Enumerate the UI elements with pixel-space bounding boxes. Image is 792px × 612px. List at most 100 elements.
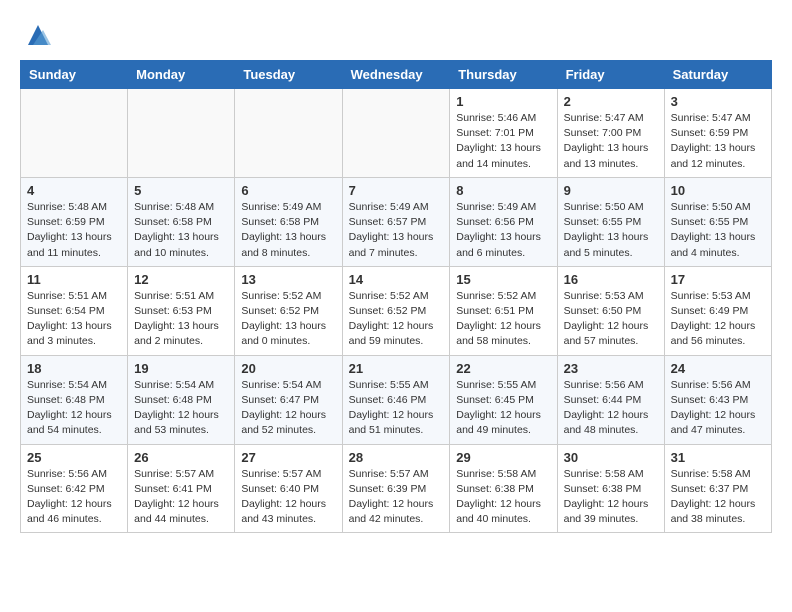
day-info: Sunrise: 5:54 AM Sunset: 6:48 PM Dayligh… [27,378,121,439]
day-info: Sunrise: 5:46 AM Sunset: 7:01 PM Dayligh… [456,111,550,172]
day-info: Sunrise: 5:54 AM Sunset: 6:48 PM Dayligh… [134,378,228,439]
weekday-header-wednesday: Wednesday [342,61,450,89]
day-number: 31 [671,450,765,465]
day-info: Sunrise: 5:53 AM Sunset: 6:50 PM Dayligh… [564,289,658,350]
day-info: Sunrise: 5:47 AM Sunset: 6:59 PM Dayligh… [671,111,765,172]
calendar-cell: 29 Sunrise: 5:58 AM Sunset: 6:38 PM Dayli… [450,444,557,533]
calendar-cell: 23Sunrise: 5:56 AM Sunset: 6:44 PM Dayli… [557,355,664,444]
day-number: 13 [241,272,335,287]
calendar-cell: 21 Sunrise: 5:55 AM Sunset: 6:46 PM Dayli… [342,355,450,444]
day-info: Sunrise: 5:49 AM Sunset: 6:57 PM Dayligh… [349,200,444,261]
day-number: 5 [134,183,228,198]
day-info: Sunrise: 5:58 AM Sunset: 6:37 PM Dayligh… [671,467,765,528]
day-info: Sunrise: 5:50 AM Sunset: 6:55 PM Dayligh… [564,200,658,261]
calendar-cell: 8 Sunrise: 5:49 AM Sunset: 6:56 PM Daylig… [450,177,557,266]
day-number: 21 [349,361,444,376]
calendar-cell: 25 Sunrise: 5:56 AM Sunset: 6:42 PM Dayli… [21,444,128,533]
calendar-cell: 6 Sunrise: 5:49 AM Sunset: 6:58 PM Daylig… [235,177,342,266]
day-number: 28 [349,450,444,465]
day-info: Sunrise: 5:57 AM Sunset: 6:40 PM Dayligh… [241,467,335,528]
calendar-cell [235,89,342,178]
day-info: Sunrise: 5:50 AM Sunset: 6:55 PM Dayligh… [671,200,765,261]
day-info: Sunrise: 5:47 AM Sunset: 7:00 PM Dayligh… [564,111,658,172]
day-number: 24 [671,361,765,376]
day-info: Sunrise: 5:55 AM Sunset: 6:45 PM Dayligh… [456,378,550,439]
day-number: 17 [671,272,765,287]
calendar-cell: 28 Sunrise: 5:57 AM Sunset: 6:39 PM Dayli… [342,444,450,533]
day-info: Sunrise: 5:56 AM Sunset: 6:42 PM Dayligh… [27,467,121,528]
calendar-cell: 1 Sunrise: 5:46 AM Sunset: 7:01 PM Daylig… [450,89,557,178]
day-number: 15 [456,272,550,287]
calendar-week-2: 4 Sunrise: 5:48 AM Sunset: 6:59 PM Daylig… [21,177,772,266]
day-info: Sunrise: 5:52 AM Sunset: 6:52 PM Dayligh… [241,289,335,350]
day-info: Sunrise: 5:48 AM Sunset: 6:59 PM Dayligh… [27,200,121,261]
day-info: Sunrise: 5:52 AM Sunset: 6:51 PM Dayligh… [456,289,550,350]
calendar-cell: 5 Sunrise: 5:48 AM Sunset: 6:58 PM Daylig… [128,177,235,266]
logo-icon [23,20,53,50]
day-number: 18 [27,361,121,376]
calendar-cell: 27Sunrise: 5:57 AM Sunset: 6:40 PM Dayli… [235,444,342,533]
day-info: Sunrise: 5:52 AM Sunset: 6:52 PM Dayligh… [349,289,444,350]
weekday-header-monday: Monday [128,61,235,89]
day-info: Sunrise: 5:51 AM Sunset: 6:53 PM Dayligh… [134,289,228,350]
calendar-cell: 30 Sunrise: 5:58 AM Sunset: 6:38 PM Dayli… [557,444,664,533]
day-info: Sunrise: 5:57 AM Sunset: 6:39 PM Dayligh… [349,467,444,528]
calendar-cell: 3 Sunrise: 5:47 AM Sunset: 6:59 PM Daylig… [664,89,771,178]
calendar-cell: 11 Sunrise: 5:51 AM Sunset: 6:54 PM Dayli… [21,266,128,355]
day-number: 4 [27,183,121,198]
day-number: 3 [671,94,765,109]
day-number: 1 [456,94,550,109]
day-info: Sunrise: 5:58 AM Sunset: 6:38 PM Dayligh… [456,467,550,528]
calendar-week-1: 1 Sunrise: 5:46 AM Sunset: 7:01 PM Daylig… [21,89,772,178]
day-info: Sunrise: 5:49 AM Sunset: 6:58 PM Dayligh… [241,200,335,261]
calendar-cell: 15 Sunrise: 5:52 AM Sunset: 6:51 PM Dayli… [450,266,557,355]
calendar-cell [342,89,450,178]
calendar-header-row: SundayMondayTuesdayWednesdayThursdayFrid… [21,61,772,89]
day-number: 8 [456,183,550,198]
weekday-header-thursday: Thursday [450,61,557,89]
day-info: Sunrise: 5:49 AM Sunset: 6:56 PM Dayligh… [456,200,550,261]
calendar-cell: 9 Sunrise: 5:50 AM Sunset: 6:55 PM Daylig… [557,177,664,266]
day-number: 9 [564,183,658,198]
weekday-header-sunday: Sunday [21,61,128,89]
day-info: Sunrise: 5:48 AM Sunset: 6:58 PM Dayligh… [134,200,228,261]
logo [20,20,53,50]
day-info: Sunrise: 5:55 AM Sunset: 6:46 PM Dayligh… [349,378,444,439]
day-number: 2 [564,94,658,109]
calendar-cell: 26 Sunrise: 5:57 AM Sunset: 6:41 PM Dayli… [128,444,235,533]
calendar-cell [21,89,128,178]
day-number: 10 [671,183,765,198]
calendar-cell: 2 Sunrise: 5:47 AM Sunset: 7:00 PM Daylig… [557,89,664,178]
day-number: 6 [241,183,335,198]
day-info: Sunrise: 5:58 AM Sunset: 6:38 PM Dayligh… [564,467,658,528]
day-number: 20 [241,361,335,376]
calendar-cell [128,89,235,178]
calendar-week-4: 18 Sunrise: 5:54 AM Sunset: 6:48 PM Dayli… [21,355,772,444]
day-number: 11 [27,272,121,287]
day-number: 19 [134,361,228,376]
day-info: Sunrise: 5:53 AM Sunset: 6:49 PM Dayligh… [671,289,765,350]
calendar-table: SundayMondayTuesdayWednesdayThursdayFrid… [20,60,772,533]
calendar-cell: 19 Sunrise: 5:54 AM Sunset: 6:48 PM Dayli… [128,355,235,444]
calendar-cell: 16Sunrise: 5:53 AM Sunset: 6:50 PM Dayli… [557,266,664,355]
day-info: Sunrise: 5:57 AM Sunset: 6:41 PM Dayligh… [134,467,228,528]
day-number: 23 [564,361,658,376]
calendar-cell: 10 Sunrise: 5:50 AM Sunset: 6:55 PM Dayli… [664,177,771,266]
day-info: Sunrise: 5:56 AM Sunset: 6:43 PM Dayligh… [671,378,765,439]
weekday-header-saturday: Saturday [664,61,771,89]
day-number: 26 [134,450,228,465]
calendar-cell: 22 Sunrise: 5:55 AM Sunset: 6:45 PM Dayli… [450,355,557,444]
day-number: 29 [456,450,550,465]
day-number: 12 [134,272,228,287]
calendar-cell: 31 Sunrise: 5:58 AM Sunset: 6:37 PM Dayli… [664,444,771,533]
day-number: 7 [349,183,444,198]
calendar-week-3: 11 Sunrise: 5:51 AM Sunset: 6:54 PM Dayli… [21,266,772,355]
calendar-cell: 17 Sunrise: 5:53 AM Sunset: 6:49 PM Dayli… [664,266,771,355]
day-info: Sunrise: 5:51 AM Sunset: 6:54 PM Dayligh… [27,289,121,350]
day-number: 22 [456,361,550,376]
page-header [20,20,772,50]
calendar-cell: 24 Sunrise: 5:56 AM Sunset: 6:43 PM Dayli… [664,355,771,444]
calendar-cell: 7 Sunrise: 5:49 AM Sunset: 6:57 PM Daylig… [342,177,450,266]
day-number: 30 [564,450,658,465]
day-number: 25 [27,450,121,465]
